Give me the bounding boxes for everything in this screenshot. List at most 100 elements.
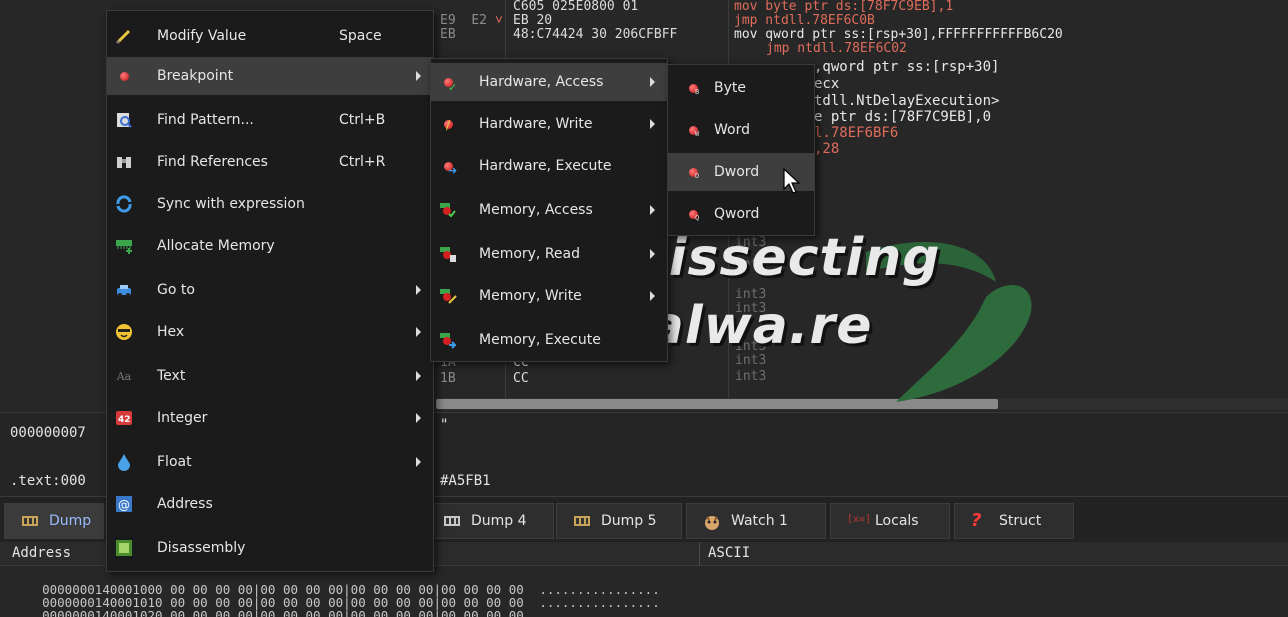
menu-item-label: Modify Value: [157, 28, 247, 44]
menu-item-label: Allocate Memory: [157, 238, 275, 254]
svg-text:@: @: [118, 498, 130, 512]
tab-watch-1[interactable]: Watch 1: [686, 503, 826, 539]
pencil-icon: [115, 27, 133, 45]
menu-item-label: Sync with expression: [157, 196, 305, 212]
menu-item-label: Memory, Read: [479, 246, 581, 262]
disasm-instr: l.78EF6BF6: [814, 125, 899, 141]
menu-item-breakpoint[interactable]: Breakpoint: [107, 57, 433, 95]
submenu-arrow-icon: [416, 413, 421, 423]
menu-item-label: Disassembly: [157, 540, 246, 556]
menu-item-find-references[interactable]: Find References Ctrl+R: [107, 143, 433, 181]
breakpoint-byte-icon: B: [684, 79, 702, 97]
watch-icon: [703, 514, 721, 530]
menu-item-label: Dword: [714, 164, 760, 180]
disasm-addr: 1B: [440, 371, 456, 386]
disasm-bytes: CC: [513, 371, 529, 386]
disasm-bytes: 48:C74424 30 206CFBFF: [513, 27, 678, 42]
menu-item-qword[interactable]: Q Qword: [668, 195, 814, 233]
dump-row[interactable]: 0000000140001020 00 00 00 00|00 00 00 00…: [12, 596, 660, 617]
menu-item-address[interactable]: @ Address: [107, 485, 433, 523]
disasm-instr: ecx: [814, 76, 840, 92]
breakpoint-qword-icon: Q: [684, 205, 702, 223]
menu-item-float[interactable]: Float: [107, 443, 433, 481]
menu-item-memory-read[interactable]: Memory, Read: [431, 235, 667, 273]
disasm-bytes: EB 20: [513, 13, 553, 28]
menu-item-sync-with-expression[interactable]: Sync with expression: [107, 185, 433, 223]
menu-item-hardware-execute[interactable]: ➜ Hardware, Execute: [431, 147, 667, 185]
menu-item-memory-access[interactable]: Memory, Access: [431, 191, 667, 229]
menu-item-integer[interactable]: 42 Integer: [107, 399, 433, 437]
ascii-column-header[interactable]: ASCII: [708, 545, 750, 561]
menu-item-label: Float: [157, 454, 192, 470]
address-column-header[interactable]: Address: [12, 545, 71, 561]
tab-label: Dump 4: [471, 513, 527, 529]
menu-item-label: Go to: [157, 282, 195, 298]
menu-item-hardware-access[interactable]: ✓ Hardware, Access: [431, 63, 667, 101]
struct-icon: ?: [971, 510, 982, 531]
disasm-instr: int3: [735, 257, 767, 272]
tab-dump-5[interactable]: Dump 5: [556, 503, 682, 539]
tab-dump[interactable]: Dump: [4, 503, 104, 539]
menu-item-go-to[interactable]: Go to: [107, 271, 433, 309]
horizontal-scrollbar[interactable]: [436, 398, 1288, 410]
submenu-arrow-icon: [650, 119, 655, 129]
float-icon: [115, 453, 133, 471]
disasm-instr: int3: [735, 287, 767, 302]
hw-access-icon: ✓: [439, 73, 457, 94]
mem-execute-icon: [439, 331, 457, 349]
menu-item-memory-write[interactable]: Memory, Write: [431, 277, 667, 315]
submenu-arrow-icon: [650, 291, 655, 301]
column-divider: [699, 542, 700, 566]
disasm-addr: EB: [440, 27, 456, 42]
access-size-submenu: B Byte W Word D Dword Q Qword: [667, 64, 815, 236]
disasm-instr: jmp ntdll.78EF6C0B: [734, 13, 875, 28]
mem-access-icon: [439, 201, 457, 219]
disasm-bytes: C605 025E0800 01: [513, 0, 639, 14]
mouse-cursor-icon: [783, 167, 803, 200]
menu-item-disassembly[interactable]: Disassembly: [107, 529, 433, 567]
menu-item-hex[interactable]: Hex: [107, 313, 433, 351]
menu-item-text[interactable]: Aa Text: [107, 357, 433, 395]
menu-item-byte[interactable]: B Byte: [668, 69, 814, 107]
menu-item-modify-value[interactable]: Modify Value Space: [107, 17, 433, 55]
disasm-instr: ,qword ptr ss:[rsp+30]: [814, 59, 1000, 75]
goto-icon: [115, 281, 133, 299]
menu-item-label: Hardware, Write: [479, 116, 593, 132]
menu-item-label: Hex: [157, 324, 185, 340]
menu-item-label: Breakpoint: [157, 68, 234, 84]
tab-struct[interactable]: ? Struct: [954, 503, 1074, 539]
tab-label: Locals: [875, 513, 919, 529]
tab-dump-4[interactable]: Dump 4: [426, 503, 554, 539]
info-line-2-suffix: #A5FB1: [440, 473, 491, 489]
menu-item-shortcut: Space: [339, 28, 382, 44]
scrollbar-thumb[interactable]: [436, 399, 998, 409]
disasm-instr: int3: [735, 369, 767, 384]
disasm-addr: E9: [440, 13, 456, 28]
mem-read-icon: [439, 245, 457, 263]
hw-write-icon: /: [439, 115, 457, 133]
disasm-instr: tdll.NtDelayExecution>: [814, 93, 1000, 109]
dump-ascii: ................: [539, 608, 660, 617]
address-icon: @: [115, 495, 133, 513]
menu-item-allocate-memory[interactable]: Allocate Memory: [107, 227, 433, 265]
info-line-2: .text:000: [10, 473, 86, 489]
disasm-instr: jmp ntdll.78EF6C02: [766, 41, 907, 56]
branch-arrow-icon: ˅: [495, 13, 503, 28]
tab-label: Dump: [49, 513, 92, 529]
dump-icon: [21, 514, 39, 528]
tab-locals[interactable]: [x=] Locals: [830, 503, 950, 539]
dump-icon: [573, 514, 591, 528]
locals-icon: [x=]: [847, 514, 872, 525]
menu-item-find-pattern[interactable]: Find Pattern... Ctrl+B: [107, 101, 433, 139]
disasm-instr: int3: [735, 339, 767, 354]
svg-text:42: 42: [118, 415, 131, 425]
disasm-instr: int3: [735, 235, 767, 250]
submenu-arrow-icon: [416, 371, 421, 381]
tab-label: Dump 5: [601, 513, 657, 529]
submenu-arrow-icon: [416, 457, 421, 467]
menu-item-word[interactable]: W Word: [668, 111, 814, 149]
menu-item-memory-execute[interactable]: Memory, Execute: [431, 321, 667, 359]
submenu-arrow-icon: [416, 327, 421, 337]
hex-icon: [115, 323, 133, 341]
menu-item-hardware-write[interactable]: / Hardware, Write: [431, 105, 667, 143]
